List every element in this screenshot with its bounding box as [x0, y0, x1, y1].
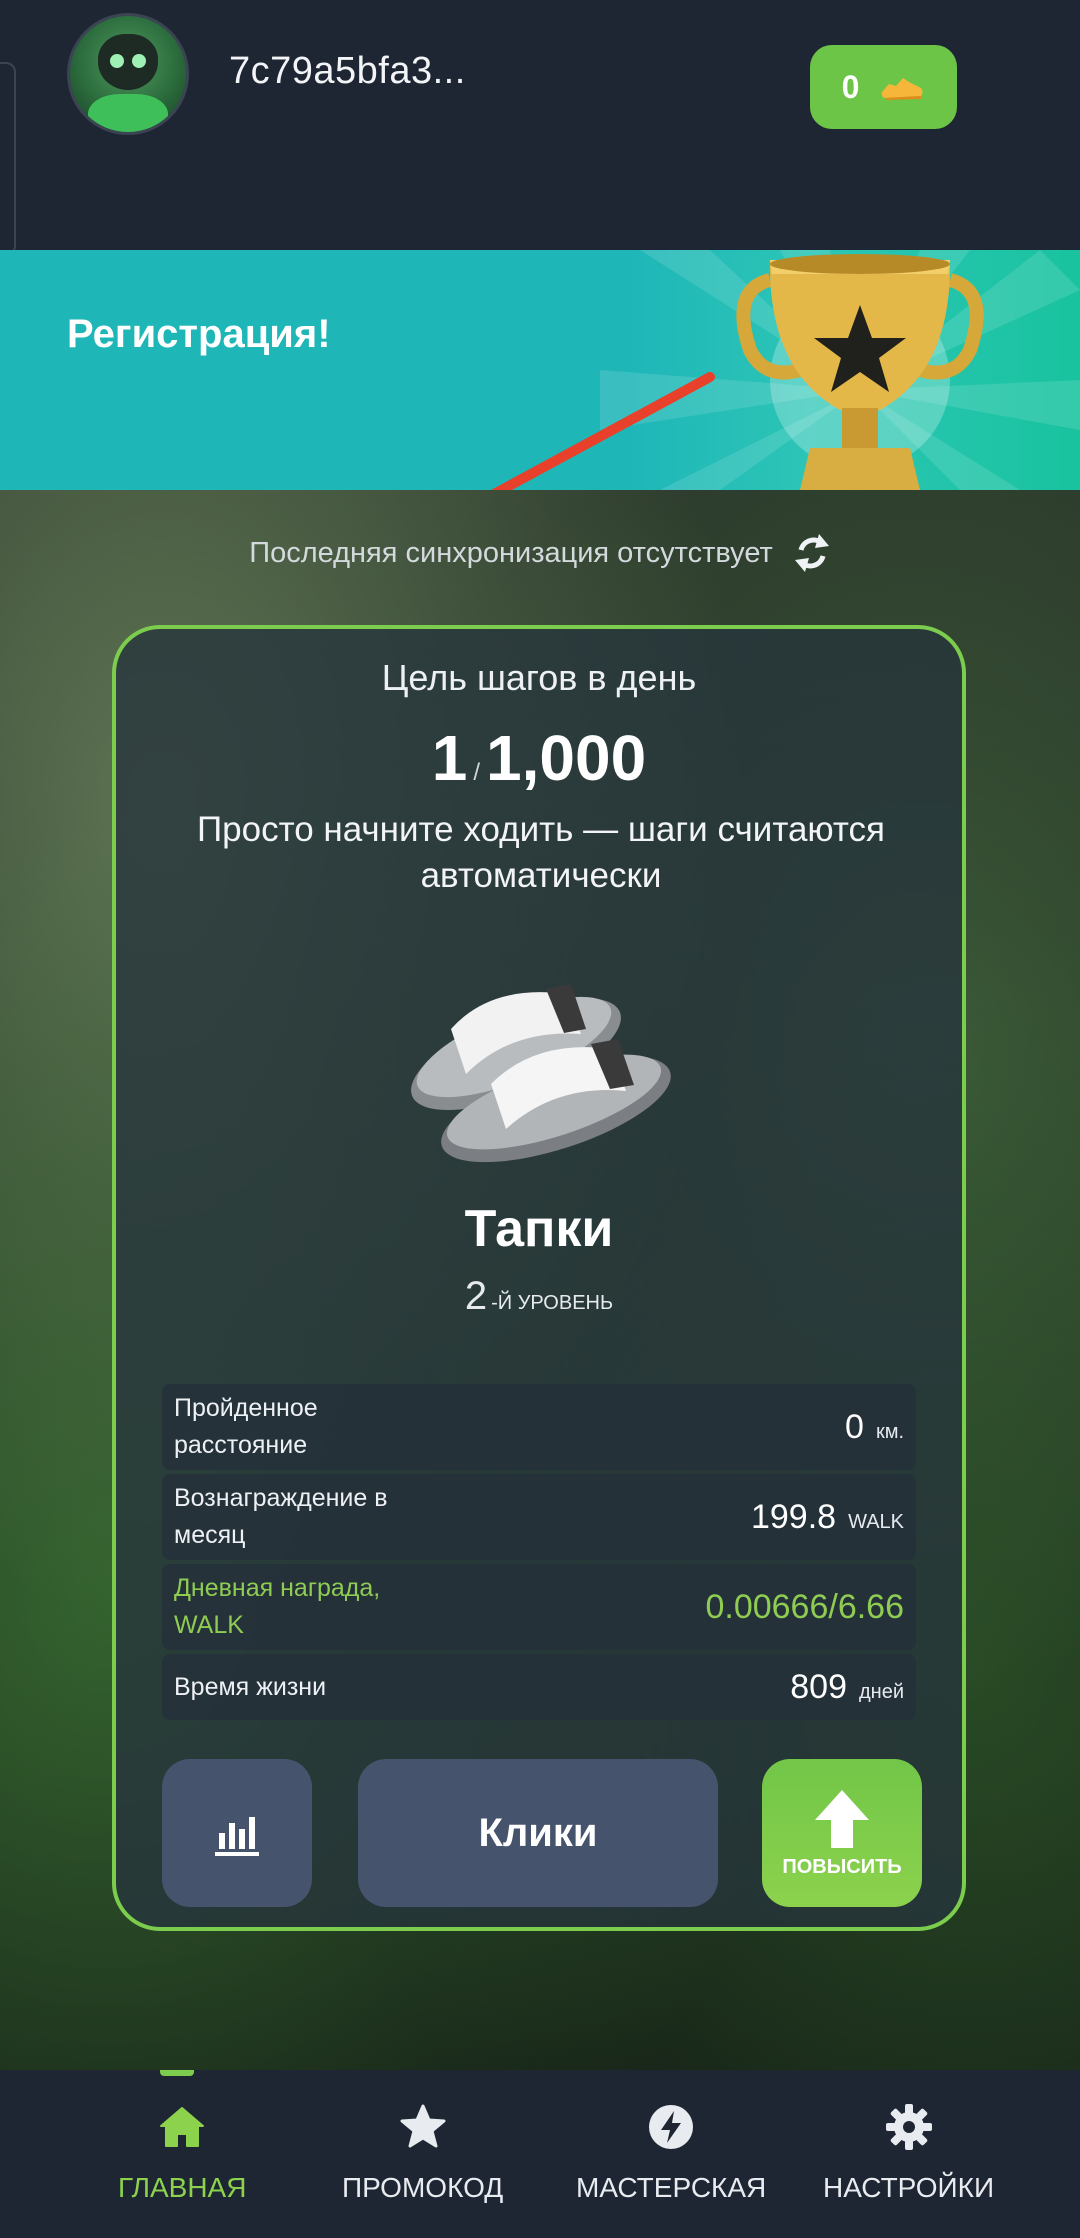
nav-item-home[interactable]: ГЛАВНАЯ [118, 2102, 246, 2222]
stat-label: Пройденное расстояние [174, 1394, 318, 1459]
steps-current: 1 [431, 722, 468, 794]
lightning-icon [649, 2105, 694, 2149]
steps-goal: 1,000 [486, 722, 647, 794]
stat-row-monthly-reward: Вознаграждение в месяц 199.8 WALK [162, 1474, 916, 1560]
clicks-button[interactable]: Клики [358, 1759, 718, 1907]
balance-button[interactable]: 0 [810, 45, 957, 129]
steps-counter: 1/1,000 [116, 721, 962, 795]
sneaker-icon [882, 78, 923, 100]
app-header: 7c79a5bfa3... 0 [0, 0, 1080, 256]
bar-chart-icon [215, 1817, 259, 1856]
step-goal-card: Цель шагов в день 1/1,000 Просто начните… [112, 625, 966, 1931]
stat-row-distance: Пройденное расстояние 0 км. [162, 1384, 916, 1470]
card-title: Цель шагов в день [381, 657, 697, 698]
stat-value: 0 [845, 1407, 864, 1446]
stat-label: Вознаграждение в месяц [174, 1484, 388, 1549]
slippers-image [411, 984, 671, 1163]
side-drawer-handle[interactable] [0, 62, 16, 256]
balance-value: 0 [841, 68, 860, 105]
level-label: -Й УРОВЕНЬ [491, 1292, 614, 1314]
star-icon [400, 2104, 446, 2148]
nav-label: НАСТРОЙКИ [823, 2172, 995, 2203]
stat-label: Дневная награда, WALK [174, 1574, 381, 1639]
active-tab-indicator [160, 2070, 194, 2076]
nav-item-promocode[interactable]: ПРОМОКОД [342, 2102, 503, 2222]
nav-item-workshop[interactable]: МАСТЕРСКАЯ [576, 2102, 766, 2222]
nav-label: ГЛАВНАЯ [118, 2172, 247, 2203]
nav-label: МАСТЕРСКАЯ [576, 2172, 767, 2203]
stat-row-lifetime: Время жизни 809 дней [162, 1654, 916, 1720]
username: 7c79a5bfa3... [229, 50, 466, 92]
stat-value: 0.00666/6.66 [705, 1587, 904, 1626]
stat-row-daily-reward: Дневная награда, WALK 0.00666/6.66 [162, 1564, 916, 1650]
sync-text: Последняя синхронизация отсутствует [249, 536, 773, 569]
sync-icon[interactable] [793, 530, 831, 576]
sync-status: Последняя синхронизация отсутствует [0, 530, 1080, 576]
nav-item-settings[interactable]: НАСТРОЙКИ [823, 2102, 994, 2222]
avatar[interactable] [67, 13, 189, 135]
home-icon [160, 2107, 205, 2147]
stat-unit: дней [858, 1680, 904, 1703]
level-number: 2 [464, 1274, 488, 1318]
stat-unit: WALK [848, 1510, 904, 1533]
steps-separator: / [473, 759, 481, 786]
nav-label: ПРОМОКОД [342, 2172, 504, 2203]
card-subtitle: Просто начните ходить — шаги считаются а… [196, 810, 886, 895]
annotation-arrow [490, 372, 715, 490]
gear-icon [885, 2104, 932, 2150]
registration-banner[interactable]: Регистрация! [0, 250, 1080, 490]
bottom-navigation: ГЛАВНАЯ ПРОМОКОД МАСТЕРСКАЯ НАСТРОЙКИ [0, 2070, 1080, 2238]
stat-label: Время жизни [174, 1672, 327, 1701]
banner-title: Регистрация! [67, 312, 331, 356]
statistics-button[interactable] [162, 1759, 312, 1907]
arrow-up-icon [815, 1789, 869, 1848]
stat-value: 199.8 [750, 1497, 837, 1536]
stat-unit: км. [875, 1420, 904, 1443]
upgrade-button[interactable]: ПОВЫСИТЬ [762, 1759, 922, 1907]
upgrade-label: ПОВЫСИТЬ [782, 1855, 902, 1878]
stat-value: 809 [790, 1667, 847, 1706]
item-level: 2 -Й УРОВЕНЬ [116, 1274, 962, 1319]
trophy-icon [736, 254, 984, 490]
stats-list: Пройденное расстояние 0 км. Вознаграждени… [162, 1384, 916, 1724]
item-name: Тапки [464, 1200, 614, 1258]
